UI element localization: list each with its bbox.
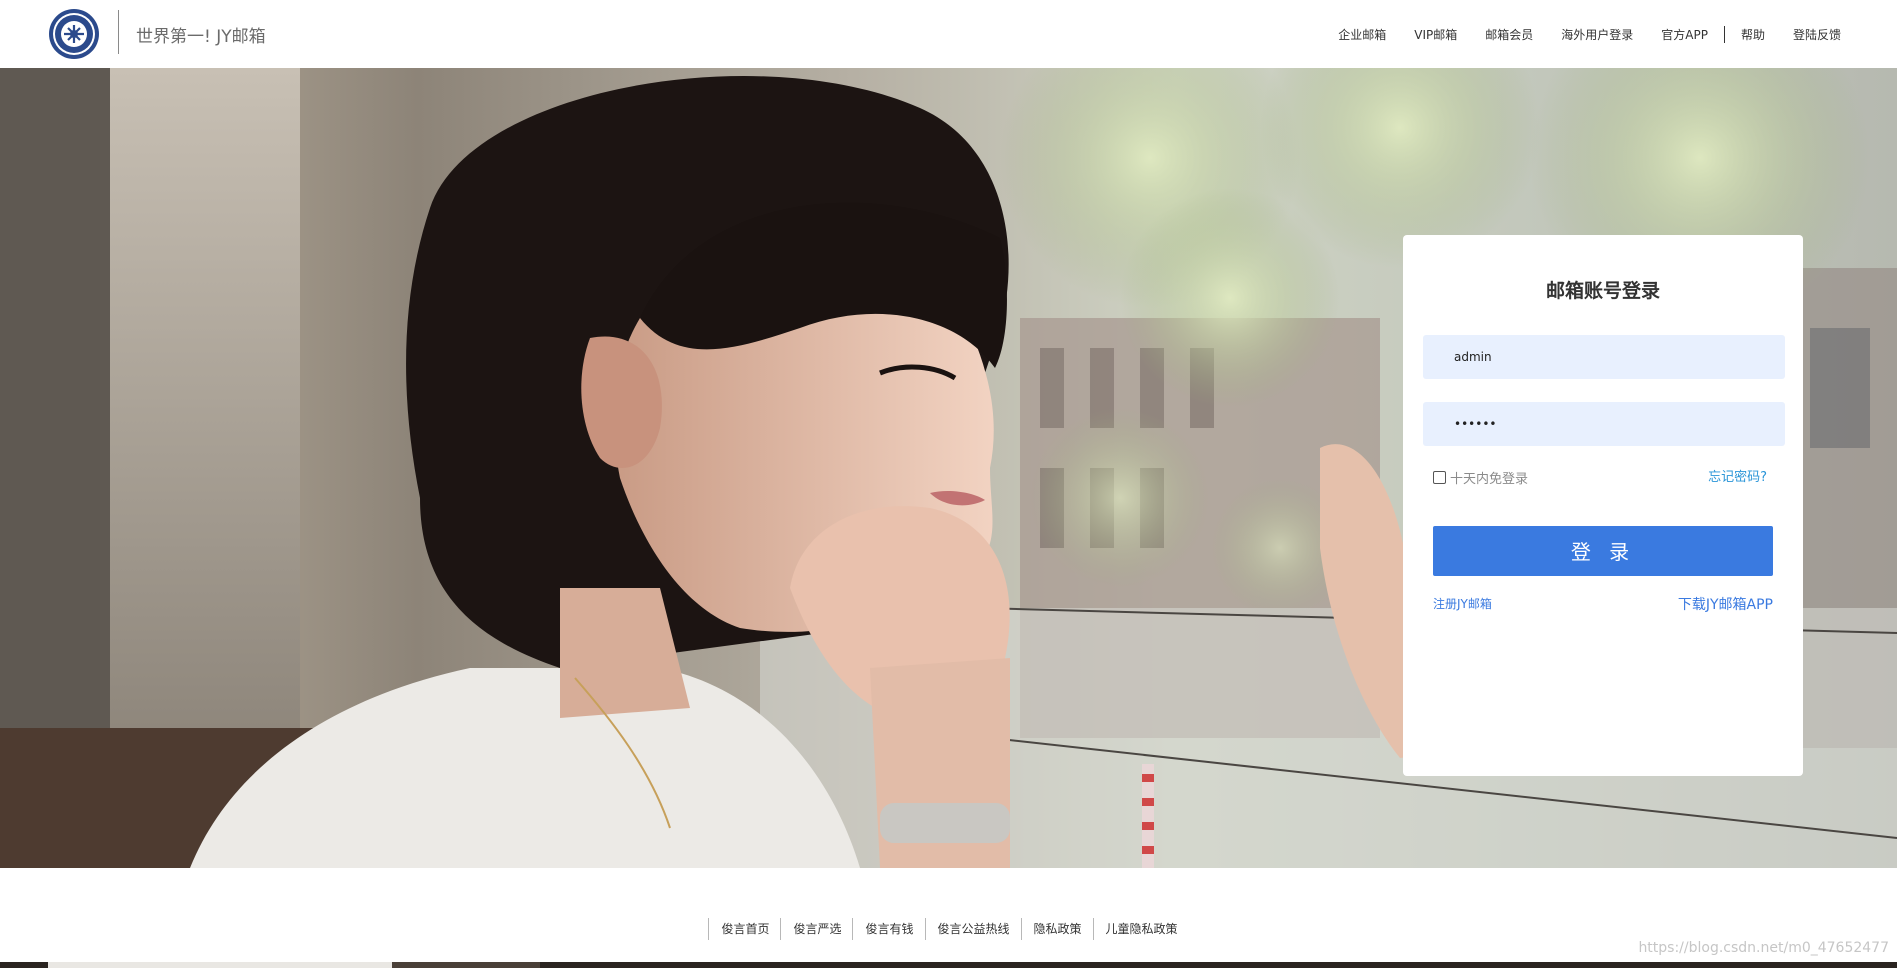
bottom-strip-segment	[48, 962, 392, 968]
watermark: https://blog.csdn.net/m0_47652477	[1638, 940, 1889, 956]
login-button[interactable]: 登 录	[1433, 526, 1773, 576]
hero-banner: 邮箱账号登录 十天内免登录 忘记密码? 登 录 注册JY邮箱 下载JY邮箱APP	[0, 68, 1897, 868]
footer-link-home[interactable]: 俊言首页	[708, 918, 780, 940]
login-card: 邮箱账号登录 十天内免登录 忘记密码? 登 录 注册JY邮箱 下载JY邮箱APP	[1403, 235, 1803, 776]
top-header: 世界第一! JY邮箱 企业邮箱 VIP邮箱 邮箱会员 海外用户登录 官方APP …	[0, 0, 1897, 68]
remember-me[interactable]: 十天内免登录	[1433, 468, 1528, 487]
bottom-strip-segment	[392, 962, 540, 968]
footer-link-selection[interactable]: 俊言严选	[780, 918, 852, 940]
site-title: 世界第一! JY邮箱	[136, 27, 266, 47]
footer-links: 俊言首页 俊言严选 俊言有钱 俊言公益热线 隐私政策 儿童隐私政策	[0, 918, 1897, 940]
logo-divider	[118, 10, 119, 54]
forgot-password-link[interactable]: 忘记密码?	[1708, 466, 1767, 485]
bottom-strip	[0, 962, 1897, 968]
download-app-link[interactable]: 下载JY邮箱APP	[1678, 594, 1773, 614]
nav-official-app[interactable]: 官方APP	[1661, 26, 1708, 43]
footer-link-child-privacy[interactable]: 儿童隐私政策	[1092, 918, 1189, 940]
top-nav: 企业邮箱 VIP邮箱 邮箱会员 海外用户登录 官方APP 帮助 登陆反馈	[1338, 24, 1841, 44]
footer-link-money[interactable]: 俊言有钱	[852, 918, 924, 940]
nav-mail-membership[interactable]: 邮箱会员	[1485, 26, 1533, 43]
password-input[interactable]	[1423, 402, 1785, 446]
username-input[interactable]	[1423, 335, 1785, 379]
nav-enterprise-mail[interactable]: 企业邮箱	[1338, 26, 1386, 43]
footer-link-charity-hotline[interactable]: 俊言公益热线	[924, 918, 1021, 940]
nav-login-feedback[interactable]: 登陆反馈	[1793, 26, 1841, 43]
login-title: 邮箱账号登录	[1545, 280, 1660, 302]
nav-separator	[1723, 25, 1725, 43]
nav-vip-mail[interactable]: VIP邮箱	[1414, 26, 1457, 43]
nav-overseas-login[interactable]: 海外用户登录	[1561, 26, 1633, 43]
register-link[interactable]: 注册JY邮箱	[1433, 595, 1492, 612]
remember-checkbox[interactable]	[1433, 471, 1446, 484]
footer-link-privacy[interactable]: 隐私政策	[1020, 918, 1093, 940]
university-seal-logo-icon[interactable]	[48, 8, 100, 60]
nav-help[interactable]: 帮助	[1741, 26, 1765, 43]
remember-label: 十天内免登录	[1450, 472, 1529, 487]
